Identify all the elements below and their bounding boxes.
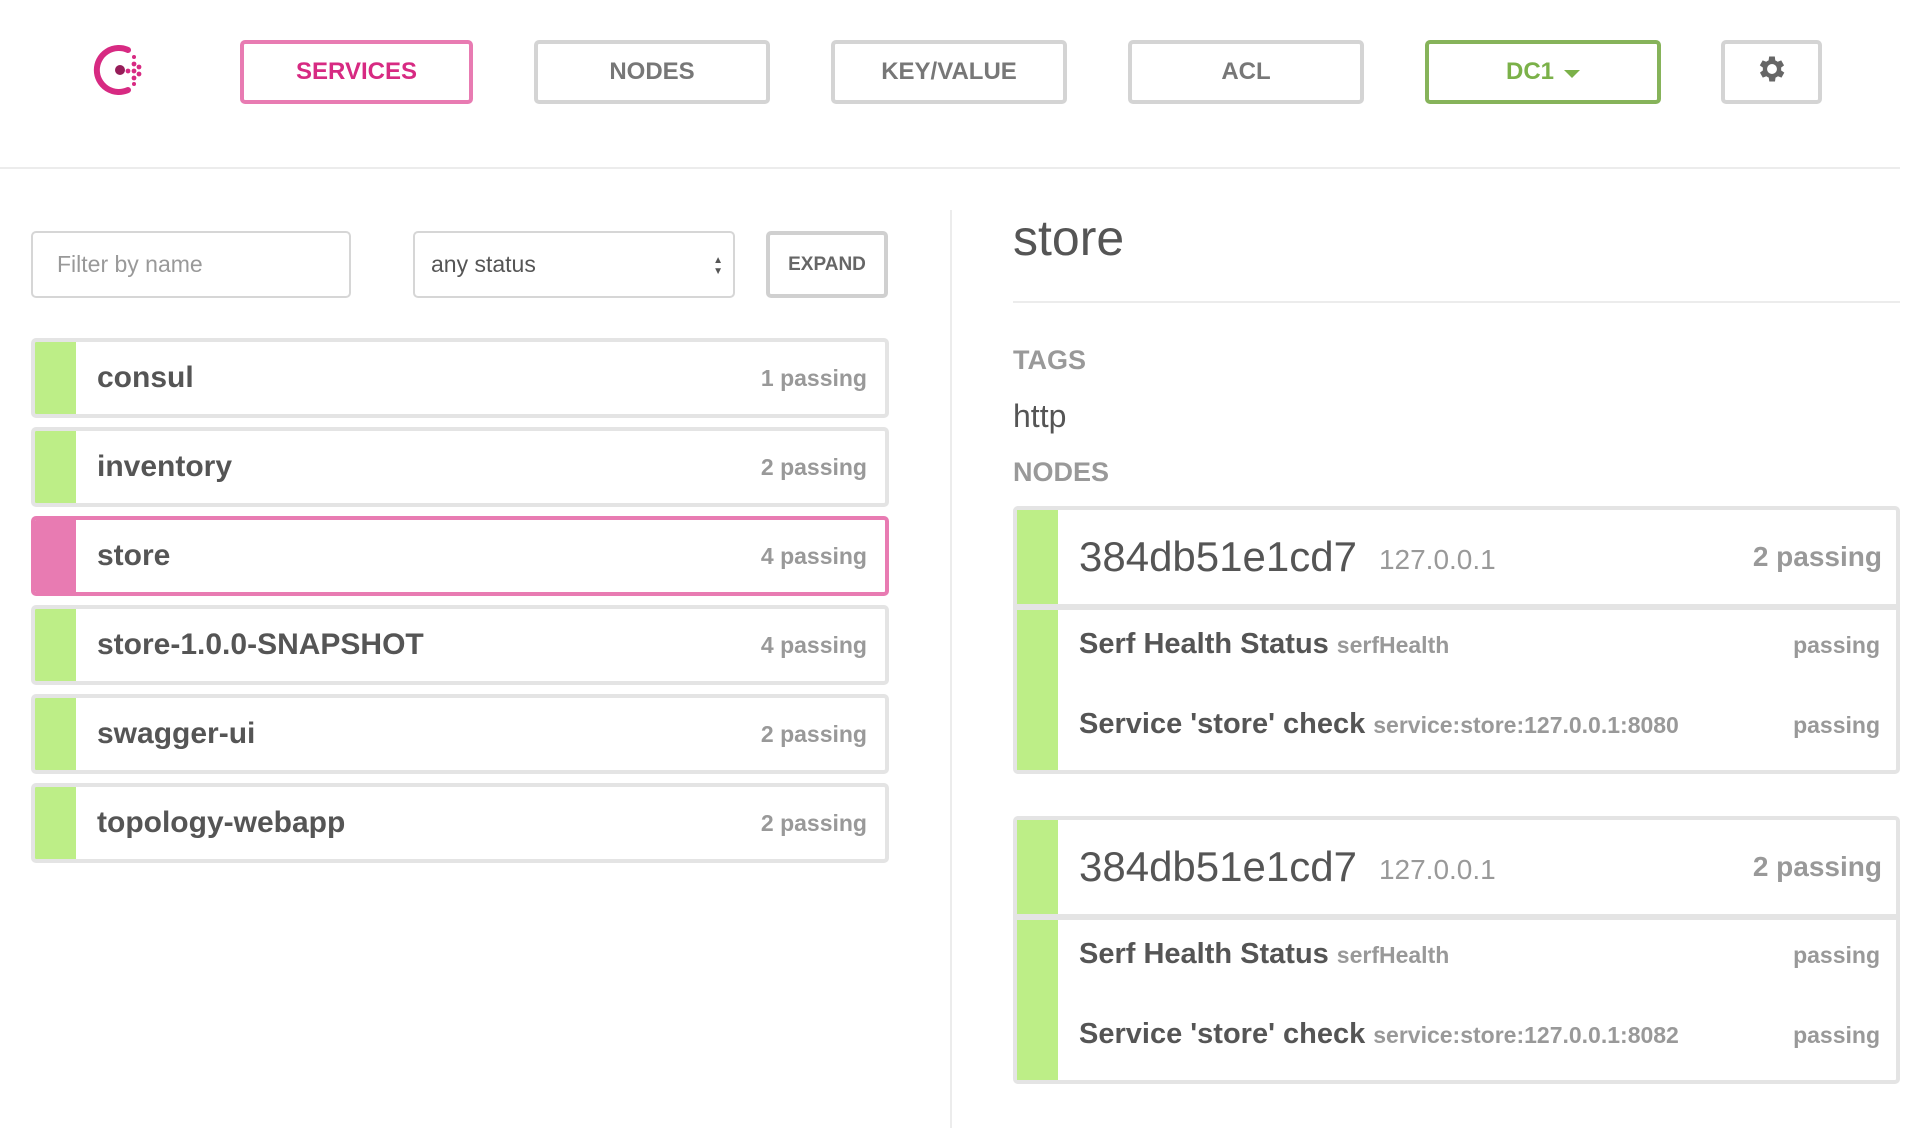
service-item-inventory[interactable]: inventory 2 passing [31, 427, 889, 507]
service-item-topology-webapp[interactable]: topology-webapp 2 passing [31, 783, 889, 863]
service-check-count: 2 passing [760, 809, 867, 836]
node-address: 127.0.0.1 [1378, 854, 1496, 885]
node-name[interactable]: 384db51e1cd7 [1079, 533, 1357, 581]
nodes-label: NODES [1013, 457, 1110, 487]
check-list: Serf Health Status serfHealth passing Se… [1017, 610, 1896, 770]
service-name: swagger-ui [97, 717, 256, 750]
service-name: topology-webapp [97, 806, 346, 839]
check-item: Serf Health Status serfHealth passing [1079, 938, 1880, 971]
status-bar [35, 520, 76, 592]
service-name: inventory [97, 450, 233, 483]
check-status: passing [1793, 942, 1880, 968]
settings-button[interactable] [1721, 40, 1822, 104]
nav-services[interactable]: SERVICES [240, 40, 473, 104]
detail-divider [1013, 301, 1900, 303]
node-address: 127.0.0.1 [1378, 544, 1496, 575]
node-card: 384db51e1cd7 127.0.0.1 2 passing Serf He… [1013, 816, 1900, 1084]
node-check-count: 2 passing [1752, 541, 1882, 572]
check-id: serfHealth [1336, 632, 1450, 658]
select-arrows-icon: ▲ ▼ [713, 255, 723, 277]
check-id: service:store:127.0.0.1:8080 [1373, 712, 1679, 738]
service-item-consul[interactable]: consul 1 passing [31, 338, 889, 418]
service-check-count: 4 passing [760, 631, 867, 658]
node-check-count: 2 passing [1752, 851, 1882, 882]
service-check-count: 2 passing [760, 453, 867, 480]
check-status: passing [1793, 1022, 1880, 1048]
nav-acl[interactable]: ACL [1128, 40, 1364, 104]
caret-down-icon [1564, 70, 1580, 78]
status-bar [35, 698, 76, 770]
gear-icon [1755, 52, 1789, 93]
header-divider [0, 167, 1900, 169]
consul-logo[interactable] [92, 40, 152, 100]
service-check-count: 4 passing [760, 542, 867, 569]
check-item: Serf Health Status serfHealth passing [1079, 628, 1880, 661]
status-bar [35, 342, 76, 414]
status-select[interactable]: any status ▲ ▼ [413, 231, 735, 298]
check-item: Service 'store' check service:store:127.… [1079, 708, 1880, 741]
service-name: store-1.0.0-SNAPSHOT [97, 628, 424, 661]
check-item: Service 'store' check service:store:127.… [1079, 1018, 1880, 1051]
column-divider [950, 210, 952, 1128]
service-item-store-snapshot[interactable]: store-1.0.0-SNAPSHOT 4 passing [31, 605, 889, 685]
tags-label: TAGS [1013, 345, 1086, 375]
status-bar [1017, 920, 1058, 1080]
node-header[interactable]: 384db51e1cd7 127.0.0.1 2 passing [1017, 820, 1896, 920]
filter-by-name-input[interactable] [31, 231, 351, 298]
service-list: consul 1 passing inventory 2 passing sto… [31, 338, 889, 872]
service-item-swagger-ui[interactable]: swagger-ui 2 passing [31, 694, 889, 774]
datacenter-dropdown[interactable]: DC1 [1425, 40, 1661, 104]
node-header[interactable]: 384db51e1cd7 127.0.0.1 2 passing [1017, 510, 1896, 610]
check-name: Serf Health Status [1079, 628, 1329, 660]
service-item-store[interactable]: store 4 passing [31, 516, 889, 596]
nav-nodes[interactable]: NODES [534, 40, 770, 104]
check-name: Service 'store' check [1079, 708, 1366, 740]
check-status: passing [1793, 632, 1880, 658]
check-id: service:store:127.0.0.1:8082 [1373, 1022, 1679, 1048]
service-name: consul [97, 361, 194, 394]
status-bar [35, 787, 76, 859]
check-list: Serf Health Status serfHealth passing Se… [1017, 920, 1896, 1080]
node-name[interactable]: 384db51e1cd7 [1079, 843, 1357, 891]
service-name: store [97, 539, 171, 572]
status-bar [1017, 610, 1058, 770]
check-name: Service 'store' check [1079, 1018, 1366, 1050]
status-bar [35, 431, 76, 503]
expand-button[interactable]: EXPAND [766, 231, 888, 298]
tag: http [1013, 398, 1067, 434]
node-card: 384db51e1cd7 127.0.0.1 2 passing Serf He… [1013, 506, 1900, 774]
check-name: Serf Health Status [1079, 938, 1329, 970]
service-title: store [1013, 210, 1125, 266]
status-bar [35, 609, 76, 681]
status-select-value: any status [431, 251, 536, 277]
check-status: passing [1793, 712, 1880, 738]
service-check-count: 2 passing [760, 720, 867, 747]
service-detail-panel: store TAGS http NODES 384db51e1cd7 127.0… [1013, 200, 1900, 1084]
check-id: serfHealth [1336, 942, 1450, 968]
nav-key-value[interactable]: KEY/VALUE [831, 40, 1067, 104]
datacenter-label: DC1 [1505, 58, 1554, 85]
service-check-count: 1 passing [760, 364, 867, 391]
